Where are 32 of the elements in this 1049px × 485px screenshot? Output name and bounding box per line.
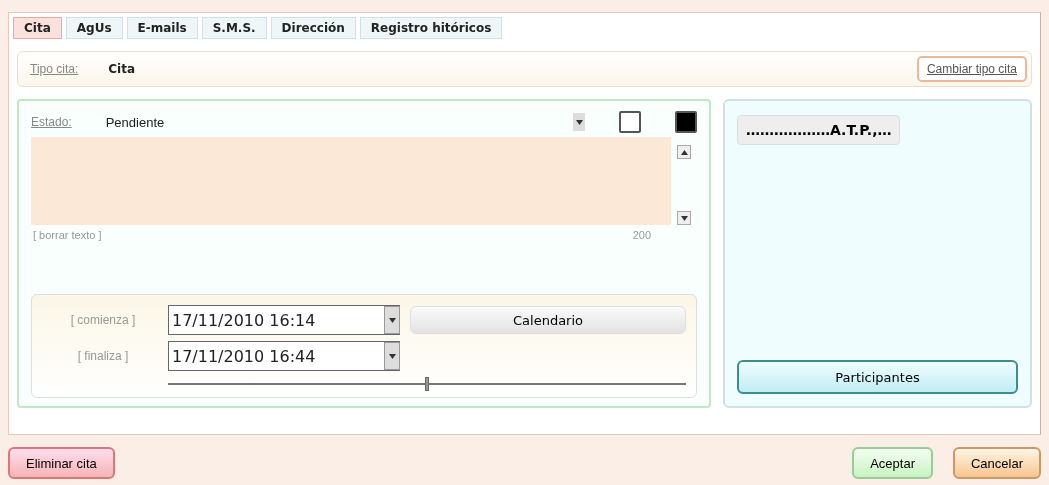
- caret-icon: [388, 353, 396, 359]
- participant-chip[interactable]: ………………A.T.P.,…: [737, 115, 901, 145]
- delete-button[interactable]: Eliminar cita: [8, 447, 115, 479]
- end-datetime-field[interactable]: 17/11/2010 16:44: [168, 341, 400, 371]
- start-label: [ comienza ]: [69, 313, 137, 327]
- caret-icon: [575, 119, 583, 125]
- field-value: Cita: [108, 62, 135, 76]
- color-swatch[interactable]: [619, 111, 641, 133]
- status-value: Pendiente: [105, 114, 165, 130]
- start-datetime-field[interactable]: 17/11/2010 16:14: [168, 305, 400, 335]
- tab[interactable]: Cita: [13, 17, 62, 39]
- calendar-button[interactable]: Calendario: [410, 306, 686, 334]
- change-type-button[interactable]: Cambiar tipo cita: [916, 56, 1027, 82]
- end-label: [ finaliza ]: [76, 349, 130, 363]
- up-arrow-icon: [680, 149, 688, 155]
- down-arrow-icon: [680, 215, 688, 221]
- dropdown-button[interactable]: [573, 113, 585, 131]
- cancel-button[interactable]: Cancelar: [952, 447, 1041, 479]
- slider-thumb[interactable]: [425, 377, 429, 391]
- accept-button[interactable]: Aceptar: [852, 447, 933, 479]
- field-label: Estado:: [31, 115, 72, 129]
- tab[interactable]: E-mails: [126, 17, 198, 39]
- field-label: Tipo cita:: [30, 62, 79, 76]
- tab[interactable]: S.M.S.: [201, 17, 267, 39]
- tab[interactable]: Dirección: [270, 17, 356, 39]
- duration-slider[interactable]: [168, 377, 686, 391]
- tab[interactable]: AgUs: [65, 17, 123, 39]
- tab[interactable]: Registro hitóricos: [359, 17, 503, 39]
- caret-icon: [388, 317, 396, 323]
- color-swatch[interactable]: [675, 111, 697, 133]
- participants-button[interactable]: Participantes: [737, 360, 1018, 394]
- character-counter: 200: [632, 229, 651, 241]
